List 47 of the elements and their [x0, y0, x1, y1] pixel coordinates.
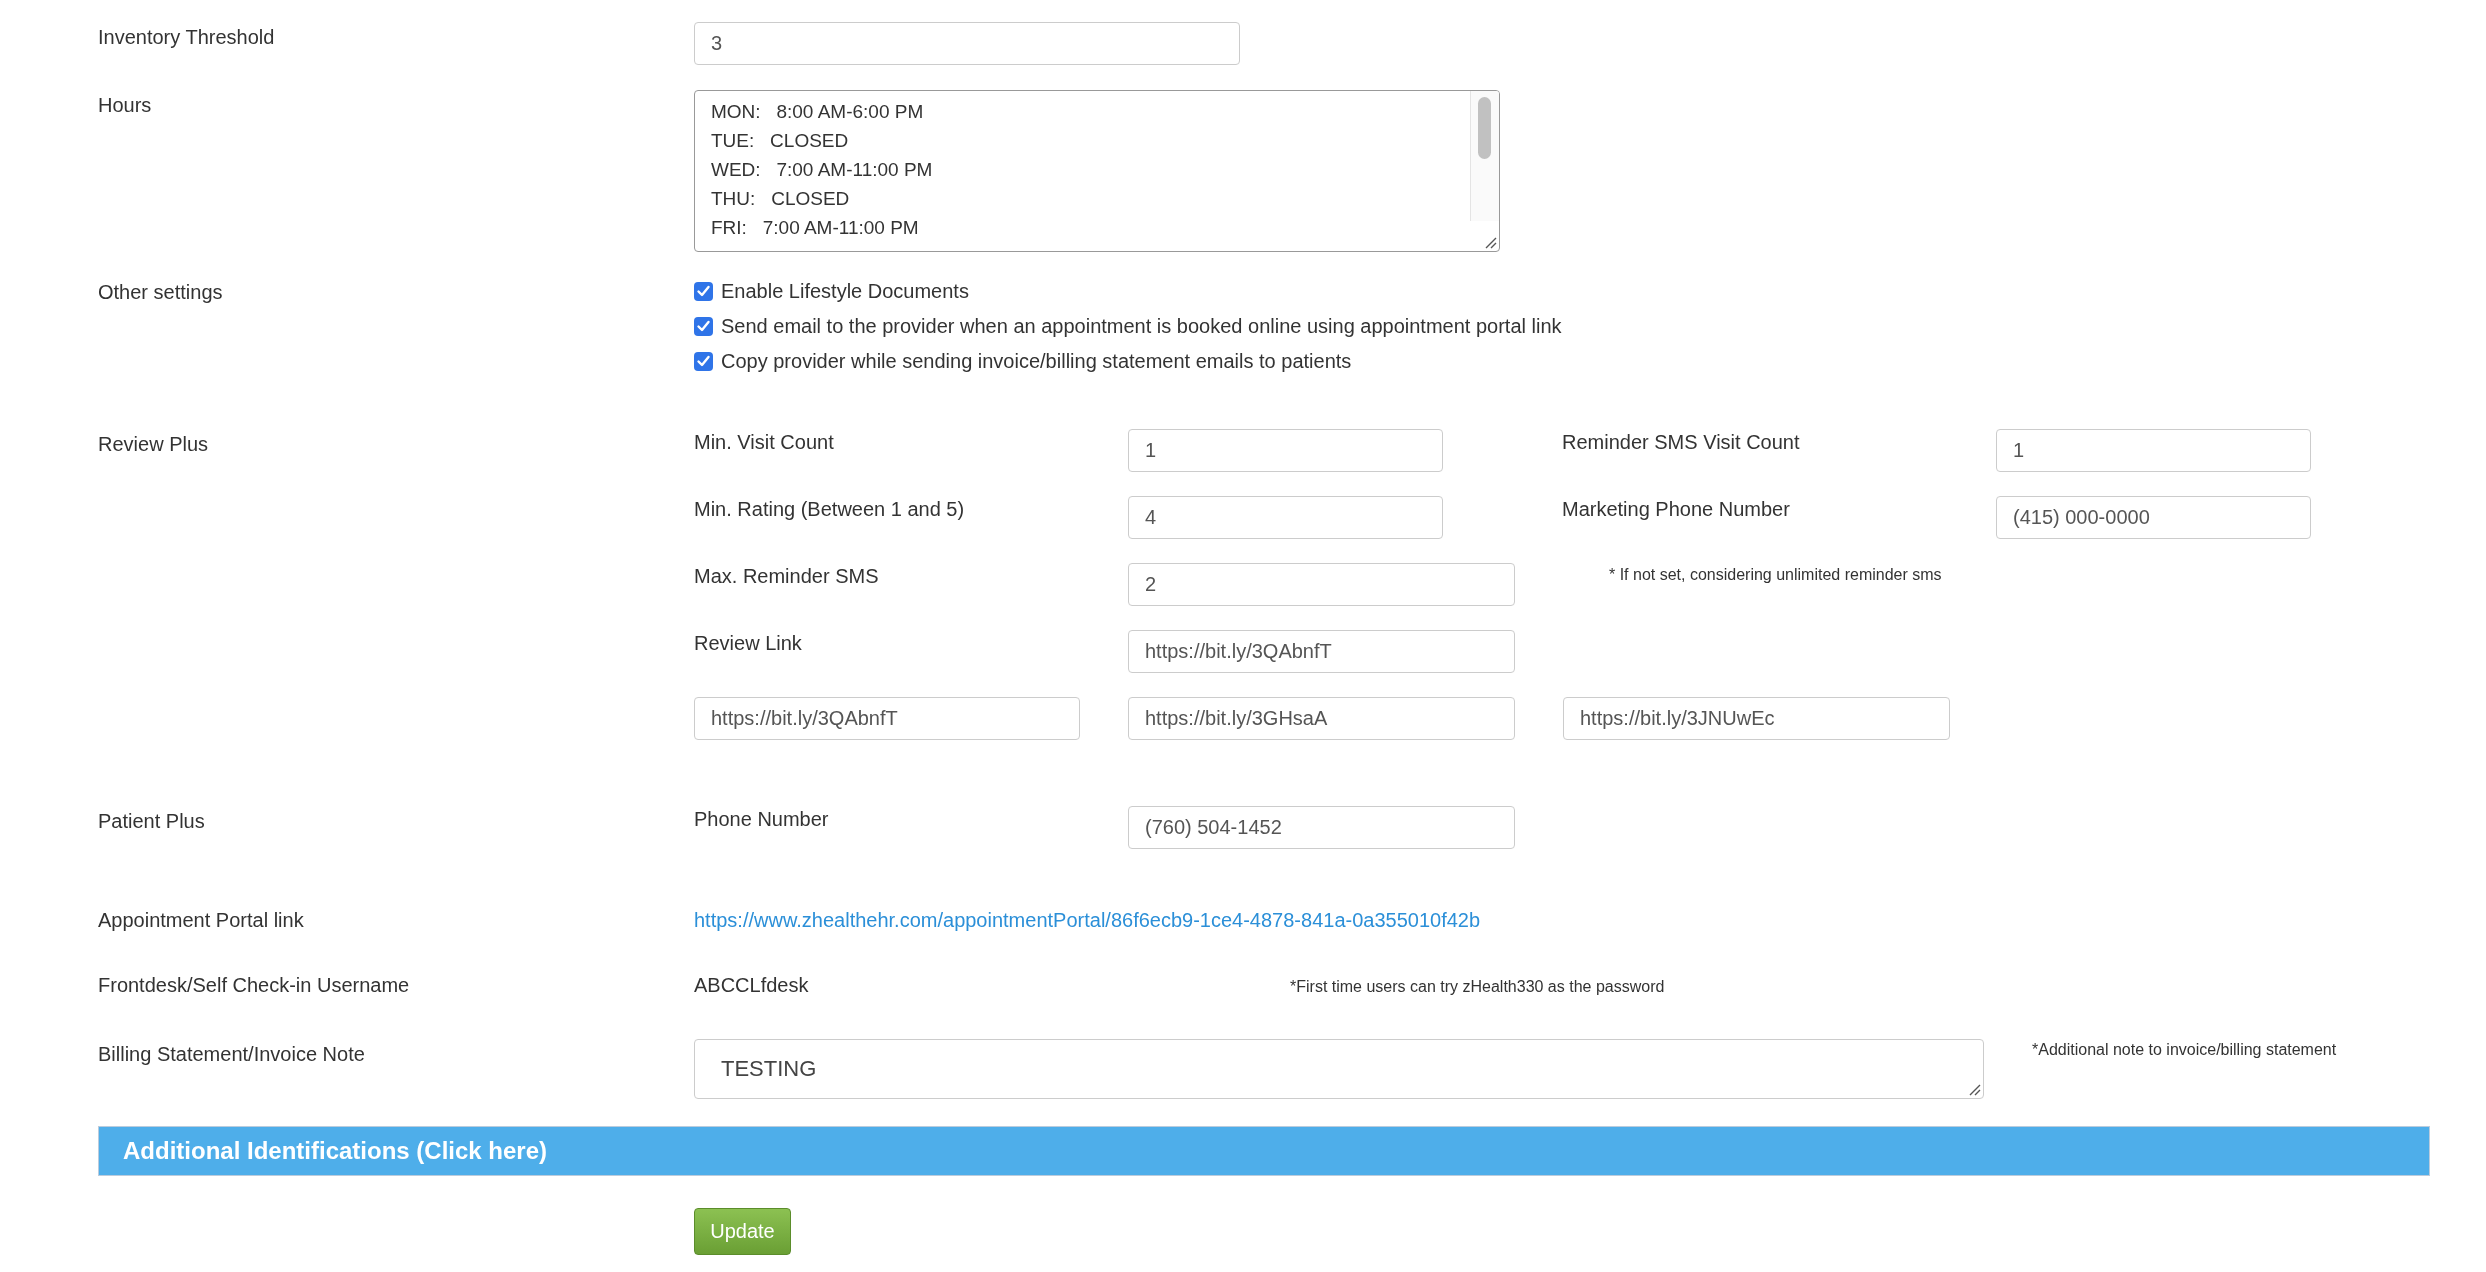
input-field[interactable]: 2 [1128, 563, 1515, 606]
note-field[interactable]: TESTING [694, 1039, 1984, 1099]
note-value: TESTING [721, 1056, 817, 1081]
field-label: Marketing Phone Number [1562, 497, 1791, 522]
hours-line: FRI: 7:00 AM-11:00 PM [711, 216, 920, 240]
checkbox-label: Send email to the provider when an appointment is booked online using appointment portal link [721, 315, 1562, 338]
checkbox[interactable] [694, 282, 713, 301]
field-label: Other settings [98, 281, 223, 303]
input-field[interactable]: (760) 504-1452 [1128, 806, 1515, 849]
field-label: Reminder SMS Visit Count [1562, 430, 1801, 455]
hours-line: TUE: CLOSED [711, 129, 850, 153]
checkbox-label: Enable Lifestyle Documents [721, 280, 969, 303]
hint-text: * If not set, considering unlimited reminder sms [1608, 565, 1942, 585]
input-field[interactable]: 1 [1128, 429, 1443, 472]
resize-handle-icon[interactable] [1483, 235, 1497, 249]
username-value: ABCCLfdesk [694, 974, 810, 997]
checkbox[interactable] [694, 317, 713, 336]
hours-field[interactable]: MON: 8:00 AM-6:00 PM TUE: CLOSED WED: 7:00 AM-11:00 PM THU: CLOSED FRI: 7:00 AM-11:00 PM [694, 90, 1500, 252]
scrollbar[interactable] [1470, 91, 1499, 221]
checkbox-label: Copy provider while sending invoice/billing statement emails to patients [721, 350, 1352, 373]
input-field[interactable]: https://bit.ly/3GHsaA [1128, 697, 1515, 740]
checkbox[interactable] [694, 352, 713, 371]
field-label: Hours [98, 94, 152, 116]
input-field[interactable]: 1 [1996, 429, 2311, 472]
field-label: Appointment Portal link [98, 909, 304, 931]
field-label: Review Plus [98, 433, 209, 455]
hours-line: MON: 8:00 AM-6:00 PM [711, 100, 925, 124]
input-field[interactable]: 4 [1128, 496, 1443, 539]
field-label: Min. Rating (Between 1 and 5) [694, 497, 966, 522]
field-label: Frontdesk/Self Check-in Username [98, 974, 410, 996]
field-label: Inventory Threshold [98, 26, 275, 48]
hint-text: *Additional note to invoice/billing statement [2032, 1040, 2337, 1059]
hours-line: WED: 7:00 AM-11:00 PM [711, 158, 934, 182]
field-label: Patient Plus [98, 810, 205, 832]
field-label: Max. Reminder SMS [694, 564, 880, 589]
input-field[interactable]: https://bit.ly/3JNUwEc [1563, 697, 1950, 740]
hint-text: *First time users can try zHealth330 as the password [1290, 978, 1665, 996]
input-field[interactable]: https://bit.ly/3QAbnfT [1128, 630, 1515, 673]
field-label: Min. Visit Count [694, 430, 835, 455]
field-label: Phone Number [694, 807, 830, 832]
hours-line: THU: CLOSED [711, 187, 851, 211]
input-field[interactable]: https://bit.ly/3QAbnfT [694, 697, 1080, 740]
input-field[interactable]: (415) 000-0000 [1996, 496, 2311, 539]
resize-handle-icon[interactable] [1967, 1082, 1981, 1096]
field-label: Review Link [694, 631, 803, 656]
field-label: Billing Statement/Invoice Note [98, 1043, 365, 1065]
input-field[interactable]: 3 [694, 22, 1240, 65]
